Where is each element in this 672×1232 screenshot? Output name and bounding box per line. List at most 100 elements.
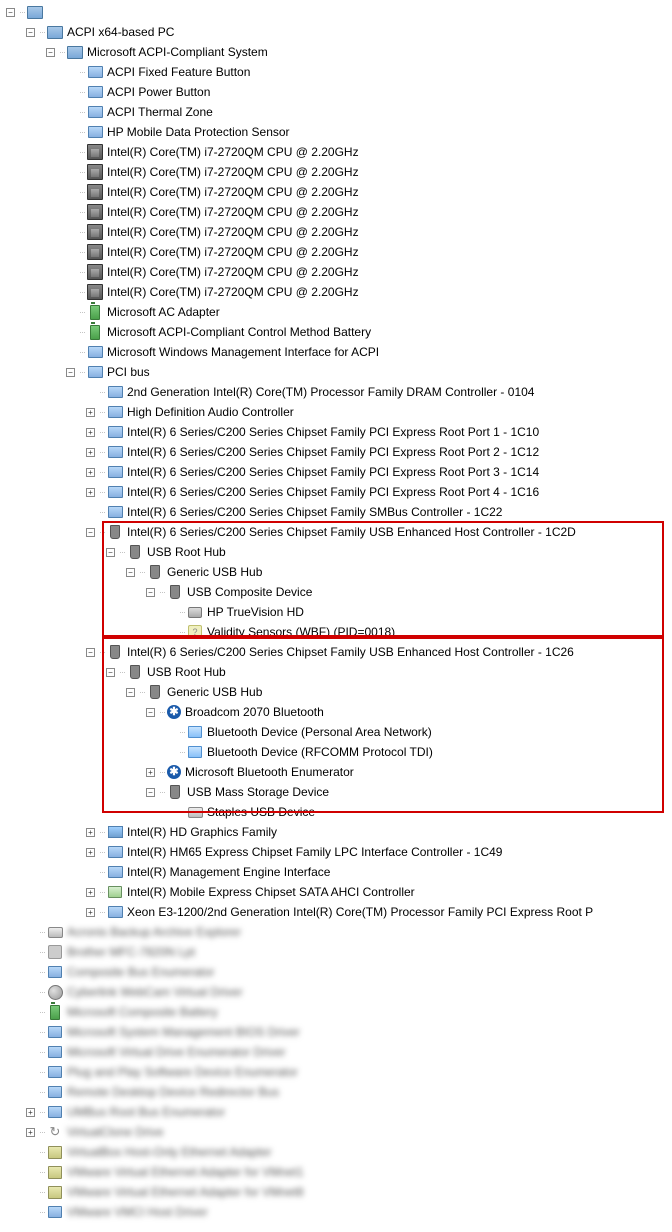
tree-node-usb-root-2[interactable]: −···USB Root Hub xyxy=(2,662,672,682)
tree-node-usb-composite[interactable]: −···USB Composite Device xyxy=(2,582,672,602)
tree-node-dram[interactable]: ···2nd Generation Intel(R) Core(TM) Proc… xyxy=(2,382,672,402)
tree-node-generic-hub-1[interactable]: −···Generic USB Hub xyxy=(2,562,672,582)
collapse-icon[interactable]: − xyxy=(126,568,135,577)
tree-node-label: Xeon E3-1200/2nd Generation Intel(R) Cor… xyxy=(126,902,593,922)
collapse-icon[interactable]: − xyxy=(146,788,155,797)
tree-node-ac-adapter[interactable]: ···Microsoft AC Adapter xyxy=(2,302,672,322)
tree-node-xeon[interactable]: +···Xeon E3-1200/2nd Generation Intel(R)… xyxy=(2,902,672,922)
tree-node-cpu7[interactable]: ···Intel(R) Core(TM) i7-2720QM CPU @ 2.2… xyxy=(2,282,672,302)
expand-icon[interactable]: + xyxy=(146,768,155,777)
expand-icon[interactable]: + xyxy=(86,428,95,437)
tree-node-smbus[interactable]: ···Intel(R) 6 Series/C200 Series Chipset… xyxy=(2,502,672,522)
tree-node-label: Microsoft ACPI-Compliant Control Method … xyxy=(106,322,371,342)
collapse-icon[interactable]: − xyxy=(106,548,115,557)
tree-node-label: VMware Virtual Ethernet Adapter for VMne… xyxy=(66,1162,304,1182)
tree-node-pci-3[interactable]: +···Intel(R) 6 Series/C200 Series Chipse… xyxy=(2,462,672,482)
collapse-icon[interactable]: − xyxy=(146,588,155,597)
tree-node-truevision[interactable]: ···HP TrueVision HD xyxy=(2,602,672,622)
tree-node-bt-pan[interactable]: ···Bluetooth Device (Personal Area Netwo… xyxy=(2,722,672,742)
tree-node-pci-4[interactable]: +···Intel(R) 6 Series/C200 Series Chipse… xyxy=(2,482,672,502)
tree-node-sata[interactable]: +···Intel(R) Mobile Express Chipset SATA… xyxy=(2,882,672,902)
tree-node-usb-mass[interactable]: −···USB Mass Storage Device xyxy=(2,782,672,802)
expand-icon[interactable]: + xyxy=(86,448,95,457)
collapse-icon[interactable]: − xyxy=(126,688,135,697)
tree-node-label: Microsoft AC Adapter xyxy=(106,302,220,322)
tree-node-label: High Definition Audio Controller xyxy=(126,402,294,422)
tree-node-b15[interactable]: ···VMware VMCI Host Driver xyxy=(2,1202,672,1222)
tree-node-cpu3[interactable]: ···Intel(R) Core(TM) i7-2720QM CPU @ 2.2… xyxy=(2,202,672,222)
expand-icon[interactable]: + xyxy=(86,908,95,917)
tree-node-b10[interactable]: +···UMBus Root Bus Enumerator xyxy=(2,1102,672,1122)
tree-node-b9[interactable]: ···Remote Desktop Device Redirector Bus xyxy=(2,1082,672,1102)
tree-node-usb-root-1[interactable]: −···USB Root Hub xyxy=(2,542,672,562)
tree-node-usb-host-1c2d[interactable]: −···Intel(R) 6 Series/C200 Series Chipse… xyxy=(2,522,672,542)
expand-icon[interactable]: + xyxy=(86,828,95,837)
tree-node-pci-2[interactable]: +···Intel(R) 6 Series/C200 Series Chipse… xyxy=(2,442,672,462)
tree-node-bt-enum[interactable]: +···Microsoft Bluetooth Enumerator xyxy=(2,762,672,782)
tree-node-label: Generic USB Hub xyxy=(166,562,262,582)
tree-node-root[interactable]: −··· xyxy=(2,2,672,22)
tree-node-ms-acpi[interactable]: −···Microsoft ACPI-Compliant System xyxy=(2,42,672,62)
expand-icon[interactable]: + xyxy=(86,848,95,857)
tree-node-hd-gfx[interactable]: +···Intel(R) HD Graphics Family xyxy=(2,822,672,842)
tree-node-thermal[interactable]: ···ACPI Thermal Zone xyxy=(2,102,672,122)
expand-icon[interactable]: + xyxy=(86,488,95,497)
tree-node-hp-sensor[interactable]: ···HP Mobile Data Protection Sensor xyxy=(2,122,672,142)
tree-node-cpu5[interactable]: ···Intel(R) Core(TM) i7-2720QM CPU @ 2.2… xyxy=(2,242,672,262)
tree-node-fixed-btn[interactable]: ···ACPI Fixed Feature Button xyxy=(2,62,672,82)
tree-node-b7[interactable]: ···Microsoft Virtual Drive Enumerator Dr… xyxy=(2,1042,672,1062)
virt-icon xyxy=(47,1124,63,1140)
tree-node-label: Microsoft Composite Battery xyxy=(66,1002,218,1022)
tree-node-cpu4[interactable]: ···Intel(R) Core(TM) i7-2720QM CPU @ 2.2… xyxy=(2,222,672,242)
tree-node-usb-host-1c26[interactable]: −···Intel(R) 6 Series/C200 Series Chipse… xyxy=(2,642,672,662)
expand-icon[interactable]: + xyxy=(86,888,95,897)
collapse-icon[interactable]: − xyxy=(6,8,15,17)
collapse-icon[interactable]: − xyxy=(146,708,155,717)
tree-node-wmi-acpi[interactable]: ···Microsoft Windows Management Interfac… xyxy=(2,342,672,362)
tree-node-b3[interactable]: ···Composite Bus Enumerator xyxy=(2,962,672,982)
expand-icon[interactable]: + xyxy=(26,1128,35,1137)
tree-node-label: Microsoft Bluetooth Enumerator xyxy=(184,762,354,782)
tree-node-b14[interactable]: ···VMware Virtual Ethernet Adapter for V… xyxy=(2,1182,672,1202)
tree-node-b2[interactable]: ···Brother MFC-7820N Lpt xyxy=(2,942,672,962)
tree-node-lpc[interactable]: +···Intel(R) HM65 Express Chipset Family… xyxy=(2,842,672,862)
tree-node-bt-rfcomm[interactable]: ···Bluetooth Device (RFCOMM Protocol TDI… xyxy=(2,742,672,762)
tree-node-cpu0[interactable]: ···Intel(R) Core(TM) i7-2720QM CPU @ 2.2… xyxy=(2,142,672,162)
usb-icon xyxy=(127,544,143,560)
tree-node-pci-1[interactable]: +···Intel(R) 6 Series/C200 Series Chipse… xyxy=(2,422,672,442)
tree-node-b5[interactable]: ···Microsoft Composite Battery xyxy=(2,1002,672,1022)
tree-node-broadcom[interactable]: −···Broadcom 2070 Bluetooth xyxy=(2,702,672,722)
tree-node-cpu2[interactable]: ···Intel(R) Core(TM) i7-2720QM CPU @ 2.2… xyxy=(2,182,672,202)
tree-node-b11[interactable]: +···VirtualClone Drive xyxy=(2,1122,672,1142)
tree-node-cpu1[interactable]: ···Intel(R) Core(TM) i7-2720QM CPU @ 2.2… xyxy=(2,162,672,182)
collapse-icon[interactable]: − xyxy=(46,48,55,57)
tree-node-cpu6[interactable]: ···Intel(R) Core(TM) i7-2720QM CPU @ 2.2… xyxy=(2,262,672,282)
tree-node-generic-hub-2[interactable]: −···Generic USB Hub xyxy=(2,682,672,702)
tree-node-pci-bus[interactable]: −···PCI bus xyxy=(2,362,672,382)
tree-node-hd-audio[interactable]: +···High Definition Audio Controller xyxy=(2,402,672,422)
expand-icon[interactable]: + xyxy=(86,468,95,477)
tree-node-power-btn[interactable]: ···ACPI Power Button xyxy=(2,82,672,102)
tree-node-b13[interactable]: ···VMware Virtual Ethernet Adapter for V… xyxy=(2,1162,672,1182)
sys-icon xyxy=(47,964,63,980)
tree-node-label: USB Mass Storage Device xyxy=(186,782,329,802)
collapse-icon[interactable]: − xyxy=(26,28,35,37)
collapse-icon[interactable]: − xyxy=(86,648,95,657)
collapse-icon[interactable]: − xyxy=(86,528,95,537)
usb-icon xyxy=(167,584,183,600)
tree-node-ctrl-battery[interactable]: ···Microsoft ACPI-Compliant Control Meth… xyxy=(2,322,672,342)
battery-icon xyxy=(47,1004,63,1020)
tree-node-b6[interactable]: ···Microsoft System Management BIOS Driv… xyxy=(2,1022,672,1042)
tree-node-b8[interactable]: ···Plug and Play Software Device Enumera… xyxy=(2,1062,672,1082)
expand-icon[interactable]: + xyxy=(86,408,95,417)
tree-node-b1[interactable]: ···Acronis Backup Archive Explorer xyxy=(2,922,672,942)
collapse-icon[interactable]: − xyxy=(106,668,115,677)
tree-node-acpi-pc[interactable]: −···ACPI x64-based PC xyxy=(2,22,672,42)
tree-node-b12[interactable]: ···VirtualBox Host-Only Ethernet Adapter xyxy=(2,1142,672,1162)
tree-node-validity[interactable]: ···Validity Sensors (WBF) (PID=0018) xyxy=(2,622,672,642)
tree-node-mei[interactable]: ···Intel(R) Management Engine Interface xyxy=(2,862,672,882)
collapse-icon[interactable]: − xyxy=(66,368,75,377)
tree-node-b4[interactable]: ···Cyberlink WebCam Virtual Driver xyxy=(2,982,672,1002)
expand-icon[interactable]: + xyxy=(26,1108,35,1117)
tree-node-staples[interactable]: ···Staples USB Device xyxy=(2,802,672,822)
